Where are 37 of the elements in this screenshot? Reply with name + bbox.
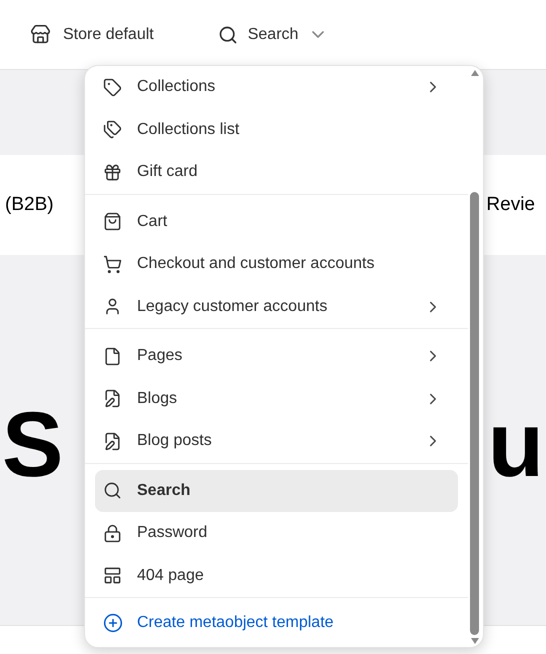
menu-item[interactable]: Search <box>95 470 458 512</box>
bag-icon <box>103 212 122 232</box>
menu-item[interactable]: Gift card <box>95 151 458 194</box>
menu-item[interactable]: Blog posts <box>95 420 458 462</box>
menu-item[interactable]: Password <box>95 512 458 554</box>
menu-item[interactable]: Legacy customer accounts <box>95 286 458 328</box>
menu-item[interactable]: Collections <box>95 66 458 108</box>
plus-circle-icon <box>103 613 123 633</box>
layout-icon <box>103 566 122 586</box>
store-button[interactable]: Store default <box>30 22 154 46</box>
band-text: (B2B) <box>5 192 54 217</box>
lock-icon <box>103 524 122 543</box>
menu-item[interactable]: Cart <box>95 200 458 243</box>
create-template-link[interactable]: Create metaobject template <box>95 602 458 644</box>
heading-text: S <box>2 399 64 491</box>
search-icon <box>103 481 122 500</box>
heading-text: u <box>488 399 544 491</box>
edit-document-icon <box>103 432 122 451</box>
cart-icon <box>103 254 122 274</box>
tag-icon <box>103 78 122 97</box>
menu-item[interactable]: Blogs <box>95 378 458 420</box>
page-icon <box>103 346 122 366</box>
scrollbar-thumb[interactable] <box>470 192 479 635</box>
menu-item[interactable]: Checkout and customer accounts <box>95 243 458 286</box>
scroll-down-icon[interactable] <box>470 637 480 645</box>
menu-item[interactable]: 404 page <box>95 554 458 597</box>
store-icon <box>30 24 51 45</box>
person-icon <box>103 297 122 316</box>
menu-item[interactable]: Collections list <box>95 108 458 151</box>
search-icon <box>218 24 238 44</box>
band-text: Revie <box>486 192 535 217</box>
menu-item[interactable]: Pages <box>95 335 458 378</box>
tags-icon <box>103 120 122 140</box>
edit-document-icon <box>103 389 122 408</box>
chevron-down-icon <box>312 31 324 38</box>
gift-card-icon <box>103 162 122 182</box>
template-dropdown[interactable]: Search <box>218 22 324 46</box>
